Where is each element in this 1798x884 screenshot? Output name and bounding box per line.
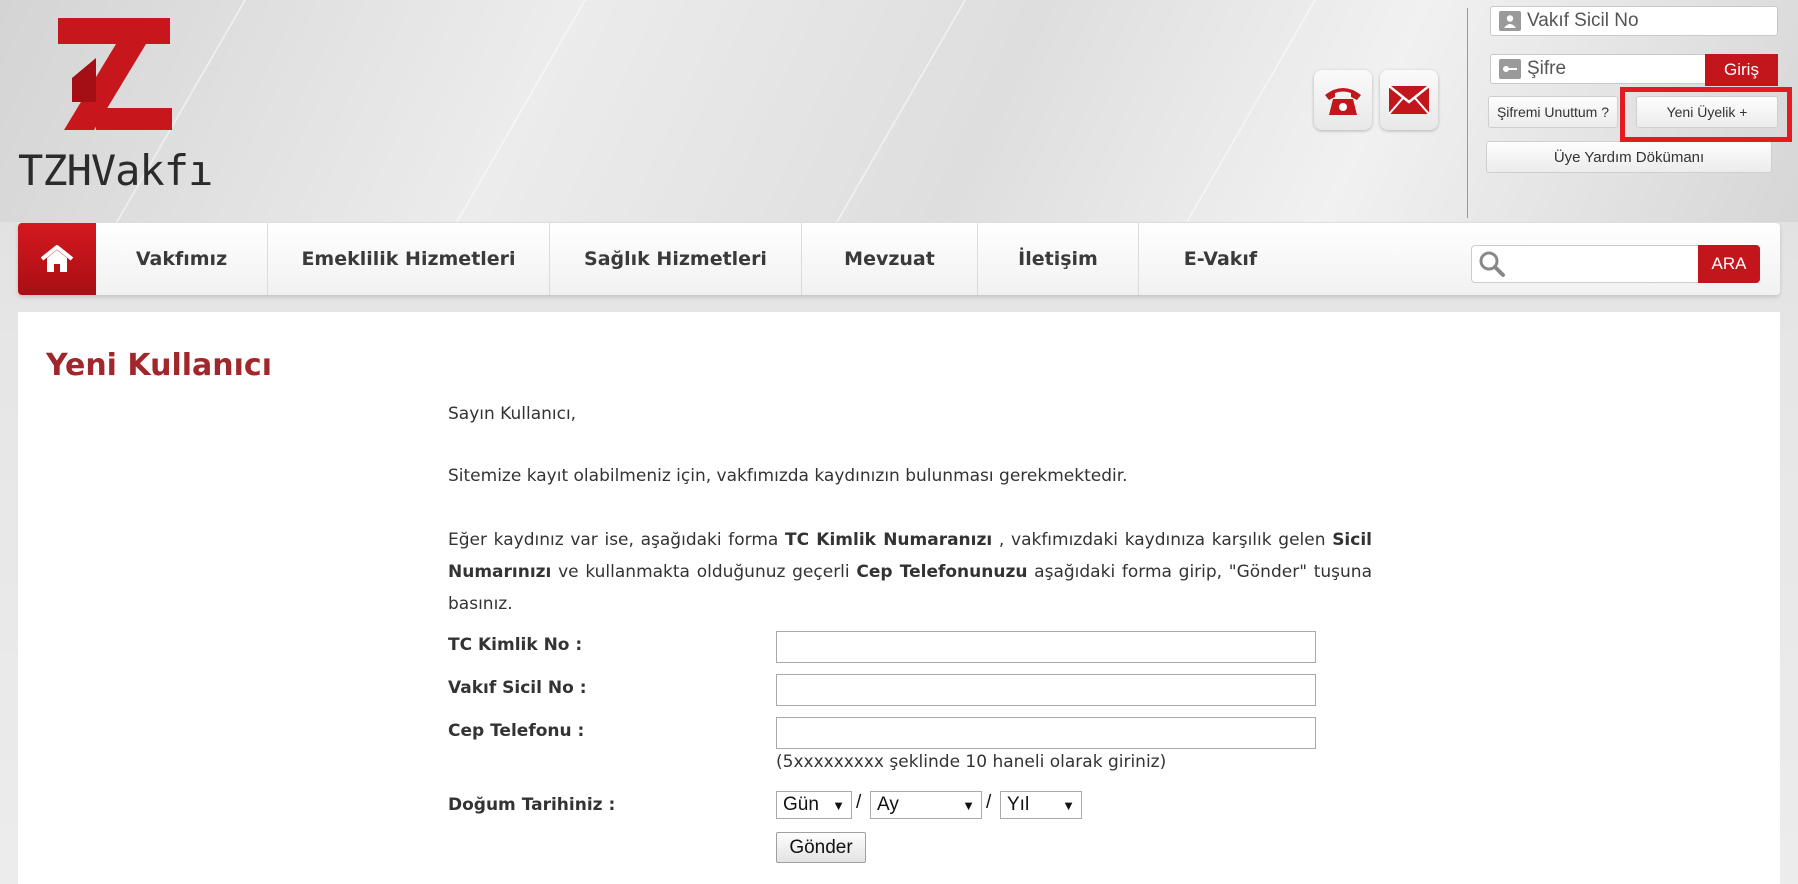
search-icon — [1479, 251, 1505, 277]
phone-button[interactable] — [1314, 70, 1372, 130]
nav-saglik-hizmetleri[interactable]: Sağlık Hizmetleri — [550, 223, 802, 295]
phone-hint: (5xxxxxxxxx şeklinde 10 haneli olarak gi… — [776, 752, 1167, 772]
nav-mevzuat[interactable]: Mevzuat — [802, 223, 978, 295]
greeting-text: Sayın Kullanıcı, — [448, 404, 577, 424]
site-logo[interactable]: TZHVakfı — [18, 18, 213, 195]
logo-text: TZHVakfı — [18, 146, 213, 195]
page-title: Yeni Kullanıcı — [46, 348, 272, 383]
header-decoration — [455, 0, 587, 222]
home-button[interactable] — [18, 223, 96, 295]
dropdown-arrow-icon: ▼ — [832, 797, 845, 813]
tc-label: TC Kimlik No : — [448, 635, 583, 655]
submit-button[interactable]: Gönder — [776, 832, 866, 863]
day-select[interactable]: Gün ▼ — [776, 791, 852, 819]
home-icon — [40, 245, 74, 272]
intro-text: Sitemize kayıt olabilmeniz için, vakfımı… — [448, 466, 1128, 486]
sicil-no-placeholder: Vakıf Sicil No — [1527, 10, 1639, 31]
month-select[interactable]: Ay ▼ — [870, 791, 982, 819]
main-nav: Vakfımız Emeklilik Hizmetleri Sağlık Hiz… — [18, 223, 1780, 295]
password-field[interactable]: Şifre — [1490, 54, 1708, 84]
mail-icon — [1388, 85, 1430, 115]
tc-input[interactable] — [776, 631, 1316, 663]
header-divider — [1467, 8, 1468, 218]
user-icon — [1499, 11, 1521, 31]
sicil-label: Vakıf Sicil No : — [448, 678, 587, 698]
mail-button[interactable] — [1380, 70, 1438, 130]
nav-e-vakif[interactable]: E-Vakıf — [1139, 223, 1302, 295]
birthdate-label: Doğum Tarihiniz : — [448, 795, 616, 815]
instruction-text: Eğer kaydınız var ise, aşağıdaki forma T… — [448, 530, 1372, 614]
phone-label: Cep Telefonu : — [448, 721, 585, 741]
password-placeholder: Şifre — [1527, 58, 1567, 79]
date-separator: / — [986, 792, 992, 813]
highlight-annotation — [1620, 87, 1792, 142]
dropdown-arrow-icon: ▼ — [1062, 797, 1075, 813]
year-select[interactable]: Yıl ▼ — [1000, 791, 1082, 819]
phone-icon — [1325, 88, 1361, 115]
dropdown-arrow-icon: ▼ — [962, 797, 975, 813]
nav-emeklilik-hizmetleri[interactable]: Emeklilik Hizmetleri — [268, 223, 550, 295]
help-document-button[interactable]: Üye Yardım Dökümanı — [1486, 141, 1772, 173]
nav-vakfimiz[interactable]: Vakfımız — [96, 223, 268, 295]
key-icon — [1499, 59, 1521, 79]
phone-input[interactable] — [776, 717, 1316, 749]
sicil-no-field[interactable]: Vakıf Sicil No — [1490, 6, 1778, 36]
login-button[interactable]: Giriş — [1705, 54, 1778, 86]
search-button[interactable]: ARA — [1698, 245, 1760, 283]
date-separator: / — [856, 792, 862, 813]
nav-iletisim[interactable]: İletişim — [978, 223, 1139, 295]
search-input[interactable] — [1471, 245, 1715, 283]
sicil-input[interactable] — [776, 674, 1316, 706]
header-decoration — [1185, 0, 1317, 222]
main-content: Yeni Kullanıcı Sayın Kullanıcı, Sitemize… — [18, 312, 1780, 884]
forgot-password-button[interactable]: Şifremi Unuttum ? — [1488, 96, 1618, 128]
header-decoration — [835, 0, 967, 222]
logo-mark-icon — [58, 18, 172, 130]
site-header: TZHVakfı Vakıf Sicil No Şifre Giriş Şifr… — [0, 0, 1798, 222]
